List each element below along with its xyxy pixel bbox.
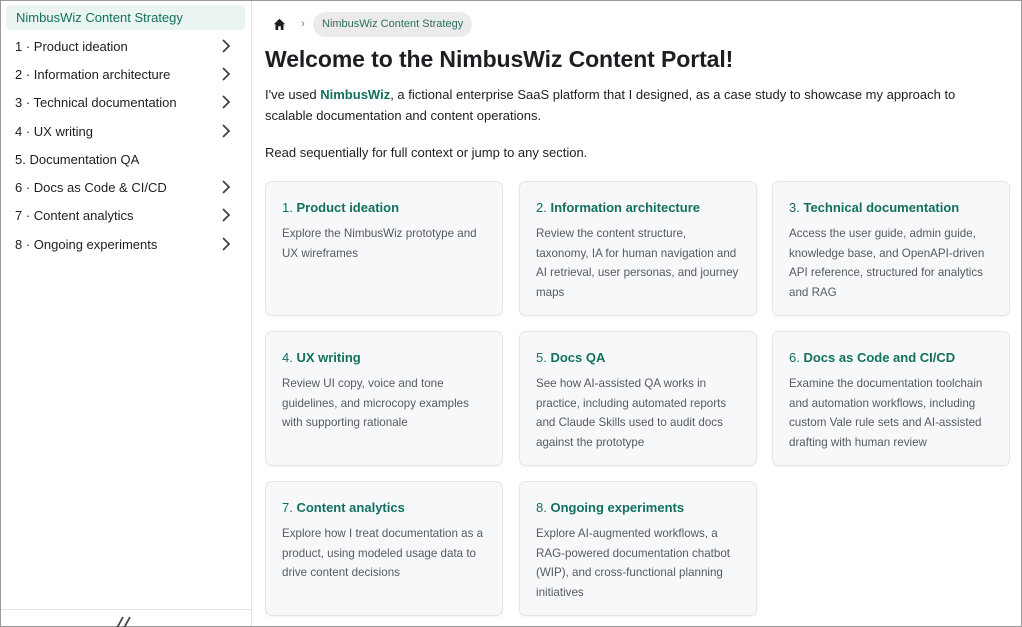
card-ongoing-experiments[interactable]: 8. Ongoing experiments Explore AI-augmen…: [519, 481, 757, 616]
card-description: Explore the NimbusWiz prototype and UX w…: [282, 227, 477, 260]
card-title: 2. Information architecture: [536, 199, 741, 216]
card-product-ideation[interactable]: 1. Product ideation Explore the NimbusWi…: [265, 181, 503, 316]
card-title: 4. UX writing: [282, 349, 487, 366]
sidebar-item-content-analytics[interactable]: 7 · Content analytics: [6, 203, 245, 227]
breadcrumb-current: NimbusWiz Content Strategy: [313, 11, 473, 37]
card-docs-qa[interactable]: 5. Docs QA See how AI-assisted QA works …: [519, 331, 757, 466]
sidebar-item-technical-documentation[interactable]: 3 · Technical documentation: [6, 90, 245, 114]
card-title-text: Ongoing experiments: [550, 500, 685, 515]
chevron-right-icon[interactable]: [215, 176, 237, 198]
card-number: 8.: [536, 500, 547, 515]
sidebar: NimbusWiz Content Strategy 1 · Product i…: [1, 1, 252, 627]
card-number: 7.: [282, 500, 293, 515]
card-title-text: UX writing: [296, 350, 361, 365]
card-title: 6. Docs as Code and CI/CD: [789, 349, 994, 366]
card-title: 8. Ongoing experiments: [536, 499, 741, 516]
card-number: 4.: [282, 350, 293, 365]
intro-prefix: I've used: [265, 87, 321, 102]
page-title: Welcome to the NimbusWiz Content Portal!: [265, 46, 734, 72]
card-number: 1.: [282, 200, 293, 215]
sidebar-item-label: 4 · UX writing: [15, 123, 94, 139]
chevron-right-icon[interactable]: [215, 233, 237, 255]
card-content-analytics[interactable]: 7. Content analytics Explore how I treat…: [265, 481, 503, 616]
sidebar-item-label: 3 · Technical documentation: [15, 94, 177, 110]
card-description: Access the user guide, admin guide, know…: [789, 227, 985, 299]
double-chevron-left-icon[interactable]: [114, 616, 140, 627]
card-number: 6.: [789, 350, 800, 365]
card-number: 5.: [536, 350, 547, 365]
sidebar-footer-divider: [1, 609, 252, 610]
card-title-text: Product ideation: [296, 200, 400, 215]
card-title: 7. Content analytics: [282, 499, 487, 516]
sidebar-item-label: 7 · Content analytics: [15, 207, 134, 223]
card-description: Examine the documentation toolchain and …: [789, 377, 983, 449]
card-title-text: Content analytics: [296, 500, 405, 515]
card-title-text: Docs QA: [550, 350, 606, 365]
sidebar-item-label: 1 · Product ideation: [15, 38, 128, 54]
read-note: Read sequentially for full context or ju…: [265, 145, 588, 160]
card-description: Explore AI-augmented workflows, a RAG-po…: [536, 527, 730, 599]
sidebar-item-label: 2 · Information architecture: [15, 66, 171, 82]
chevron-right-icon[interactable]: [215, 91, 237, 113]
sidebar-item-label: 5. Documentation QA: [15, 151, 140, 167]
chevron-right-icon[interactable]: [215, 63, 237, 85]
card-description: See how AI-assisted QA works in practice…: [536, 377, 727, 449]
card-title-text: Technical documentation: [803, 200, 960, 215]
sidebar-item-label: 8 · Ongoing experiments: [15, 236, 158, 252]
sidebar-item-docs-as-code[interactable]: 6 · Docs as Code & CI/CD: [6, 175, 245, 199]
chevron-right-icon[interactable]: [215, 120, 237, 142]
sidebar-item-home[interactable]: NimbusWiz Content Strategy: [6, 5, 245, 30]
brand-name: NimbusWiz: [320, 87, 391, 102]
sidebar-item-product-ideation[interactable]: 1 · Product ideation: [6, 34, 245, 58]
sidebar-item-documentation-qa[interactable]: 5. Documentation QA: [6, 147, 245, 171]
card-information-architecture[interactable]: 2. Information architecture Review the c…: [519, 181, 757, 316]
sidebar-item-ongoing-experiments[interactable]: 8 · Ongoing experiments: [6, 232, 245, 256]
card-title: 1. Product ideation: [282, 199, 487, 216]
chevron-right-icon[interactable]: [215, 204, 237, 226]
home-icon[interactable]: [265, 11, 293, 37]
card-title-text: Docs as Code and CI/CD: [803, 350, 956, 365]
card-title: 3. Technical documentation: [789, 199, 994, 216]
card-number: 3.: [789, 200, 800, 215]
card-docs-as-code[interactable]: 6. Docs as Code and CI/CD Examine the do…: [772, 331, 1010, 466]
card-ux-writing[interactable]: 4. UX writing Review UI copy, voice and …: [265, 331, 503, 466]
breadcrumb: › NimbusWiz Content Strategy: [265, 11, 473, 37]
card-number: 2.: [536, 200, 547, 215]
card-description: Review the content structure, taxonomy, …: [536, 227, 739, 299]
sidebar-item-ux-writing[interactable]: 4 · UX writing: [6, 119, 245, 143]
sidebar-item-label: 6 · Docs as Code & CI/CD: [15, 179, 167, 195]
breadcrumb-separator: ›: [301, 18, 305, 30]
intro-paragraph: I've used NimbusWiz, a fictional enterpr…: [265, 84, 1005, 126]
sidebar-item-information-architecture[interactable]: 2 · Information architecture: [6, 62, 245, 86]
card-description: Explore how I treat documentation as a p…: [282, 527, 484, 579]
card-title-text: Information architecture: [550, 200, 700, 215]
chevron-right-icon[interactable]: [215, 35, 237, 57]
card-technical-documentation[interactable]: 3. Technical documentation Access the us…: [772, 181, 1010, 316]
card-description: Review UI copy, voice and tone guideline…: [282, 377, 469, 429]
main-content: › NimbusWiz Content Strategy Welcome to …: [265, 0, 1015, 627]
card-title: 5. Docs QA: [536, 349, 741, 366]
